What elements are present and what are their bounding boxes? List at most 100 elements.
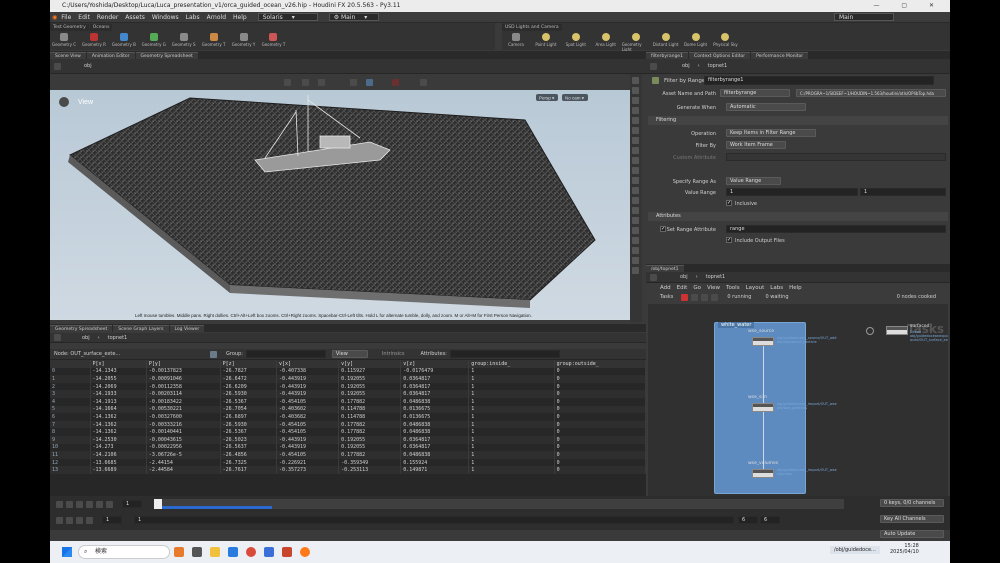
display-option-icon[interactable]	[632, 77, 639, 84]
tab-scene-graph-layers[interactable]: Scene Graph Layers	[113, 325, 169, 332]
shelf-tab-oceans[interactable]: Oceans	[89, 24, 113, 31]
menu-windows[interactable]: Windows	[152, 14, 179, 21]
node-name-field[interactable]: filterbyrange1	[704, 76, 934, 85]
key-icon[interactable]	[76, 516, 83, 524]
node-wse-source[interactable]	[752, 337, 774, 346]
path-topnet[interactable]: topnet1	[706, 274, 726, 280]
taskbar-search[interactable]: ⌕ 検索	[78, 545, 170, 559]
tab-geometry-spreadsheet[interactable]: Geometry Spreadsheet	[135, 52, 198, 59]
current-frame-field[interactable]: 1	[122, 500, 142, 508]
display-option-icon[interactable]	[632, 267, 639, 274]
menu-help[interactable]: Help	[233, 14, 247, 21]
spot-light-tool[interactable]: Spot Light	[562, 33, 590, 47]
point-light-tool[interactable]: Point Light	[532, 33, 560, 47]
menu-file[interactable]: File	[61, 14, 71, 21]
realtime-icon[interactable]	[56, 516, 63, 524]
display-option-icon[interactable]	[632, 137, 639, 144]
transform-tool-icon[interactable]	[302, 79, 309, 86]
shelf-tool[interactable]: Geometry T	[200, 33, 228, 47]
column-header[interactable]: v[x]	[276, 360, 340, 368]
shelf-tab-usd-lights[interactable]: USD Lights and Camera	[502, 24, 562, 31]
back-arrow-icon[interactable]	[54, 334, 61, 341]
net-menu-tools[interactable]: Tools	[726, 285, 740, 291]
table-row[interactable]: 8 -14.1362 -0.00140441 -26.5367 -0.454105 0.1…	[50, 428, 646, 436]
prev-frame-icon[interactable]	[66, 500, 73, 508]
widgets-icon[interactable]	[174, 547, 184, 557]
display-option-icon[interactable]	[632, 187, 639, 194]
filtering-section[interactable]: Filtering	[648, 116, 948, 125]
display-option-icon[interactable]	[632, 237, 639, 244]
generate-when-menu[interactable]: Automatic	[726, 103, 806, 111]
right-desktop-select[interactable]: Main	[834, 13, 894, 21]
intrinsics-toggle[interactable]: Intrinsics	[382, 351, 405, 357]
path-obj[interactable]: obj	[682, 63, 690, 69]
include-output-checkbox[interactable]: ✓	[726, 237, 732, 243]
net-menu-view[interactable]: View	[707, 285, 720, 291]
menu-arnold[interactable]: Arnold	[207, 14, 226, 21]
geometry-spreadsheet[interactable]: P[x] P[y] P[z] v[x] v[y] v[z] group:inside_ gro…	[50, 360, 646, 496]
cook-icon[interactable]	[691, 293, 699, 301]
attributes-section[interactable]: Attributes	[648, 212, 948, 221]
desktop-select[interactable]: Solaris ▾	[257, 13, 318, 21]
window-controls[interactable]: — ▢ ✕	[873, 0, 944, 12]
table-row[interactable]: 7 -14.1362 -0.00333216 -26.5930 -0.454105 0.1…	[50, 420, 646, 429]
asset-path-field[interactable]: C:/PROGRA~1/SIDEEF~1/HOUDIN~1.563/houdin…	[796, 89, 946, 97]
timeline-bar[interactable]	[154, 499, 844, 509]
set-range-field[interactable]: range	[726, 225, 946, 233]
table-row[interactable]: 10 -14.273 -0.00022956 -26.5637 -0.443919 0.1…	[50, 443, 646, 452]
path-obj[interactable]: obj	[82, 335, 90, 341]
shelf-tab-test-geometry[interactable]: Test Geometry	[50, 24, 89, 31]
pane-select[interactable]: ⚙ Main ▾	[328, 13, 379, 21]
display-option-icon[interactable]	[632, 147, 639, 154]
shelf-tool[interactable]: Geometry C	[50, 33, 78, 47]
display-option-icon[interactable]	[632, 217, 639, 224]
table-row[interactable]: 1 -14.2055 -0.00091046 -26.6472 -0.443919 0.1…	[50, 375, 646, 383]
taskbar-window-tab[interactable]: /obj/guidedoce...	[830, 546, 880, 554]
shelf-tool[interactable]: Geometry Y	[230, 33, 258, 47]
view-menu[interactable]: View	[331, 350, 368, 358]
column-header[interactable]	[50, 360, 91, 368]
menu-labs[interactable]: Labs	[186, 14, 200, 21]
node-wse-sim[interactable]	[752, 403, 774, 412]
node-surfaced[interactable]	[886, 326, 908, 335]
store-icon[interactable]	[264, 547, 274, 557]
tab-animation-editor[interactable]: Animation Editor	[86, 52, 135, 59]
path-obj[interactable]: obj	[84, 63, 92, 69]
camera-tool[interactable]: Camera	[502, 33, 530, 47]
tab-performance-monitor[interactable]: Performance Monitor	[751, 52, 809, 59]
column-header[interactable]: P[z]	[220, 360, 277, 368]
select-tool-icon[interactable]	[284, 79, 291, 86]
menu-render[interactable]: Render	[97, 14, 118, 21]
start-icon[interactable]	[62, 547, 72, 557]
value-range-to[interactable]: 1	[860, 188, 946, 196]
display-option-icon[interactable]	[632, 177, 639, 184]
shelf-tool[interactable]: Geometry S	[170, 33, 198, 47]
auto-update-button[interactable]: Auto Update	[880, 530, 944, 538]
table-row[interactable]: 9 -14.2530 -0.00043615 -26.5023 -0.443919 0.1…	[50, 435, 646, 444]
table-row[interactable]: 2 -14.2069 -0.00112358 -26.6209 -0.443919 0.1…	[50, 382, 646, 391]
tab-log-viewer[interactable]: Log Viewer	[169, 325, 205, 332]
display-option-icon[interactable]	[632, 167, 639, 174]
column-header[interactable]: group:inside_	[468, 360, 555, 368]
taskbar-clock[interactable]: 15:28 2025/04/10	[890, 543, 919, 555]
area-light-tool[interactable]: Area Light	[592, 33, 620, 47]
keys-info[interactable]: 0 keys, 0/0 channels	[880, 499, 944, 507]
powerpoint-icon[interactable]	[282, 547, 292, 557]
net-menu-add[interactable]: Add	[660, 285, 671, 291]
rotate-tool-icon[interactable]	[318, 79, 325, 86]
shelf-tool[interactable]: Geometry G	[140, 33, 168, 47]
shelf-tool[interactable]: Geometry R	[80, 33, 108, 47]
handle-tool-icon[interactable]	[420, 79, 427, 86]
table-row[interactable]: 0 -14.1343 -0.00137823 -26.7827 -0.407338 0.1…	[50, 367, 646, 376]
value-range-from[interactable]: 1	[726, 188, 858, 196]
table-row[interactable]: 11 -14.2106 -3.06726e-5 -26.4856 -0.454105 0.…	[50, 451, 646, 459]
tab-context-options[interactable]: Context Options Editor	[688, 52, 751, 59]
cook-stop-icon[interactable]	[681, 293, 689, 301]
back-arrow-icon[interactable]	[650, 273, 657, 281]
display-option-icon[interactable]	[632, 247, 639, 254]
table-row[interactable]: 12 -13.6685 -2.44154 -26.7325 -0.226921 -0.35…	[50, 458, 646, 467]
scale-tool-icon[interactable]	[350, 79, 357, 86]
display-option-icon[interactable]	[632, 197, 639, 204]
scene-viewport[interactable]: View Persp ▾ No cam ▾ Left mouse tumbles…	[50, 90, 630, 320]
stop-icon[interactable]	[76, 500, 83, 508]
